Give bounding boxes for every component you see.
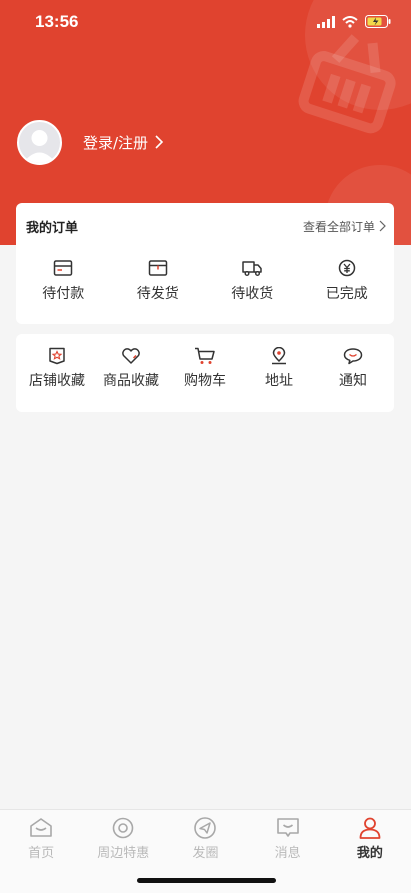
tab-label: 首页 — [28, 846, 55, 861]
view-all-orders-link[interactable]: 查看全部订单 — [303, 218, 386, 235]
chevron-right-icon — [155, 135, 164, 149]
tool-label: 店铺收藏 — [29, 373, 85, 389]
chat-bubble-icon — [343, 348, 363, 365]
tab-label: 发圈 — [192, 846, 219, 861]
basket-watermark-icon — [298, 34, 396, 134]
order-status-label: 待发货 — [136, 286, 179, 302]
message-icon — [276, 818, 299, 837]
send-icon — [194, 817, 217, 839]
product-favorites[interactable]: 商品收藏 — [94, 347, 168, 390]
truck-icon — [242, 261, 262, 276]
login-register-label: 登录/注册 — [83, 133, 149, 152]
person-icon — [359, 817, 381, 839]
status-icons — [317, 15, 391, 28]
chevron-right-icon — [379, 220, 386, 232]
wifi-icon — [342, 15, 358, 28]
order-pending-shipment[interactable]: 待发货 — [118, 259, 198, 303]
tab-label: 消息 — [274, 846, 301, 861]
order-pending-receipt[interactable]: 待收货 — [212, 259, 292, 303]
address[interactable]: 地址 — [242, 347, 316, 390]
order-status-label: 已完成 — [325, 286, 368, 302]
box-icon — [148, 260, 167, 276]
target-icon — [112, 817, 134, 839]
tool-label: 通知 — [339, 373, 367, 389]
order-status-row: 待付款 待发货 待收货 已完成 — [16, 249, 394, 303]
tool-label: 商品收藏 — [103, 373, 159, 389]
card-icon — [54, 260, 73, 276]
home-indicator — [137, 878, 276, 883]
tab-label: 周边特惠 — [97, 846, 150, 861]
heart-icon — [122, 348, 140, 364]
status-time: 13:56 — [35, 12, 79, 31]
tool-label: 地址 — [265, 373, 293, 389]
login-register-link[interactable]: 登录/注册 — [83, 132, 164, 153]
order-completed[interactable]: 已完成 — [307, 259, 387, 303]
view-all-orders-label: 查看全部订单 — [302, 219, 375, 234]
store-favorites[interactable]: 店铺收藏 — [20, 347, 94, 390]
my-orders-card: 我的订单 查看全部订单 待付款 待发货 待收货 已完成 — [16, 203, 394, 324]
order-status-label: 待收货 — [231, 286, 274, 302]
tab-home[interactable]: 首页 — [1, 816, 81, 893]
avatar-person-icon — [23, 129, 56, 163]
status-bar: 13:56 — [0, 12, 411, 36]
order-status-label: 待付款 — [42, 286, 85, 302]
home-icon — [30, 818, 52, 837]
avatar[interactable] — [17, 119, 62, 165]
tools-row: 店铺收藏 商品收藏 购物车 地址 通知 — [16, 334, 394, 390]
location-icon — [272, 347, 286, 365]
cart-icon — [195, 347, 215, 364]
order-pending-payment[interactable]: 待付款 — [23, 259, 103, 303]
signal-icon — [317, 15, 335, 28]
orders-header: 我的订单 查看全部订单 — [16, 203, 394, 249]
notifications[interactable]: 通知 — [316, 347, 390, 390]
orders-title: 我的订单 — [26, 220, 79, 236]
tab-mine[interactable]: 我的 — [330, 816, 410, 893]
battery-icon — [365, 15, 391, 28]
shopping-cart[interactable]: 购物车 — [168, 347, 242, 390]
tool-label: 购物车 — [184, 373, 226, 389]
user-login-row[interactable]: 登录/注册 — [17, 119, 164, 165]
tab-label: 我的 — [356, 846, 383, 861]
store-star-icon — [49, 347, 65, 365]
yen-circle-icon — [338, 259, 355, 277]
tools-card: 店铺收藏 商品收藏 购物车 地址 通知 — [16, 334, 394, 412]
